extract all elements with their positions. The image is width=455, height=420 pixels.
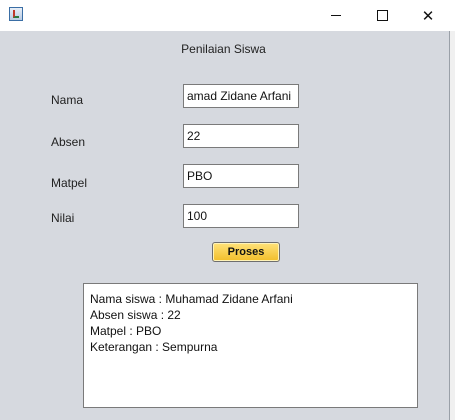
absen-input[interactable] [183,124,299,148]
minimize-icon [331,15,341,16]
nilai-input[interactable] [183,204,299,228]
matpel-input[interactable] [183,164,299,188]
result-line-nama: Nama siswa : Muhamad Zidane Arfani [90,292,293,306]
result-line-matpel: Matpel : PBO [90,324,162,338]
proses-button[interactable]: Proses [212,242,280,262]
nama-input[interactable] [183,84,299,108]
result-text-area[interactable]: Nama siswa : Muhamad Zidane Arfani Absen… [83,283,418,408]
form-heading: Penilaian Siswa [181,42,266,56]
background-window-edge [449,31,455,420]
nilai-label: Nilai [51,211,75,225]
minimize-button[interactable] [313,0,359,31]
close-icon: ✕ [421,6,435,25]
app-window: ✕ Penilaian Siswa Nama Absen Matpel Nila… [0,0,455,420]
title-bar: ✕ [0,0,455,31]
maximize-icon [376,10,388,21]
nama-label: Nama [51,93,84,107]
result-line-absen: Absen siswa : 22 [90,308,181,322]
maximize-button[interactable] [359,0,405,31]
close-button[interactable]: ✕ [405,0,451,31]
result-line-keterangan: Keterangan : Sempurna [90,340,218,354]
absen-label: Absen [51,135,86,149]
java-app-icon [9,7,23,21]
matpel-label: Matpel [51,176,88,190]
